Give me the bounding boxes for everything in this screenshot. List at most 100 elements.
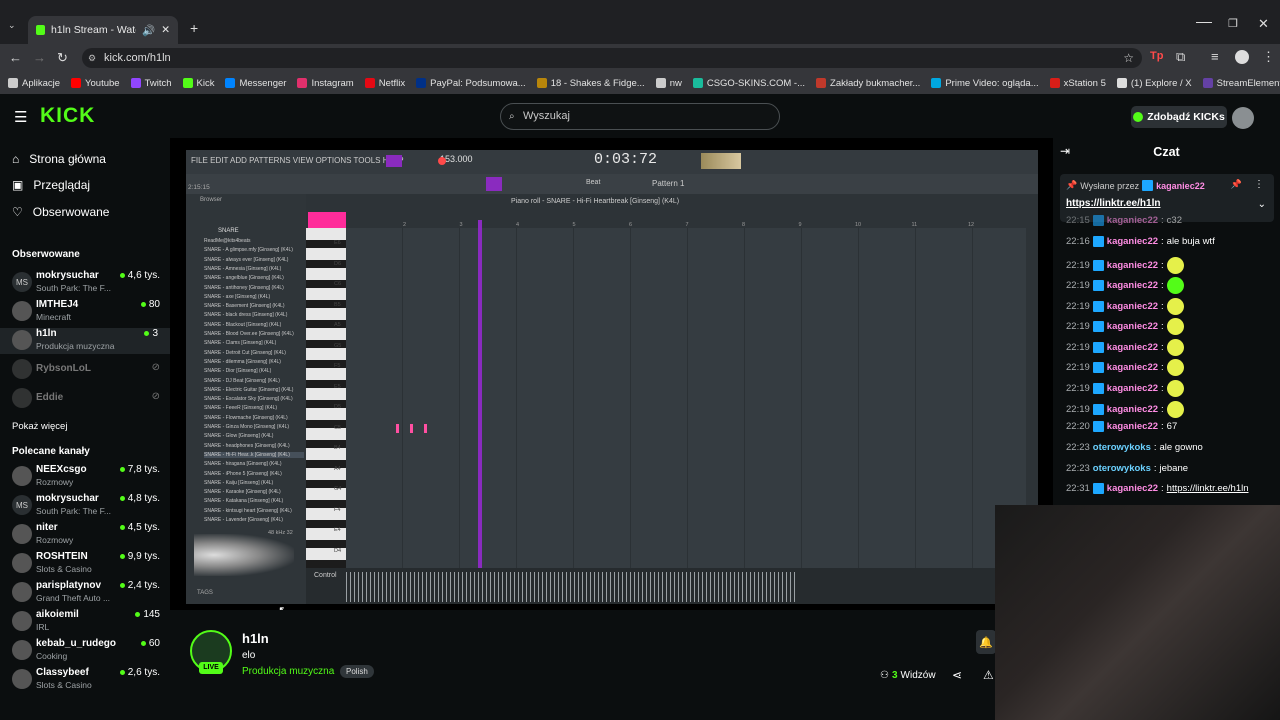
pinned-by-user[interactable]: kaganiec22 bbox=[1156, 181, 1205, 191]
bookmark-label: nw bbox=[669, 77, 682, 89]
nav-following[interactable]: ♡ Obserwowane bbox=[12, 205, 109, 219]
piano-key-label: G4 bbox=[334, 486, 342, 492]
sidebar-channel-neexcsgo[interactable]: NEEXcsgo Rozmowy 7,8 tys. bbox=[12, 464, 162, 490]
channel-viewers-count: 4,6 tys. bbox=[127, 270, 160, 281]
sidebar-channel-mokrysuchar[interactable]: MS mokrysuchar South Park: The F... 4,6 tys… bbox=[12, 270, 162, 296]
nav-browse[interactable]: ▣ Przeglądaj bbox=[12, 178, 90, 192]
bookmark-label: PayPal: Podsumowa... bbox=[430, 77, 526, 89]
piano-key-label: G5 bbox=[334, 342, 342, 349]
hamburger-menu-icon[interactable]: ☰ bbox=[14, 108, 27, 126]
bookmark-item[interactable]: Messenger bbox=[225, 78, 286, 89]
reload-icon[interactable]: ↻ bbox=[57, 50, 68, 66]
sidebar-channel-rybsonlol[interactable]: RybsonLoL ⊘ bbox=[12, 357, 162, 383]
chat-text: c32 bbox=[1166, 215, 1182, 226]
chat-username[interactable]: oterowykoks bbox=[1093, 442, 1151, 453]
media-icon[interactable]: ≡ bbox=[1211, 49, 1219, 64]
sidebar-channel-imthej4[interactable]: IMTHEJ4 Minecraft 80 bbox=[12, 299, 162, 325]
chat-username[interactable]: kaganiec22 bbox=[1107, 404, 1158, 415]
sidebar-channel-h1ln[interactable]: h1ln Produkcja muzyczna 3 bbox=[0, 328, 170, 354]
expand-pinned-icon[interactable]: ⌄ bbox=[1258, 199, 1266, 210]
bookmark-item[interactable]: PayPal: Podsumowa... bbox=[416, 78, 526, 89]
extension-tp-icon[interactable]: Tp bbox=[1150, 50, 1163, 62]
user-avatar[interactable] bbox=[1232, 107, 1254, 129]
browser-menu-icon[interactable]: ⋮ bbox=[1262, 49, 1275, 65]
channel-avatar bbox=[12, 524, 32, 544]
forward-icon[interactable]: → bbox=[33, 50, 46, 65]
kick-logo[interactable]: KICK bbox=[40, 104, 95, 128]
bookmark-item[interactable]: Zakłady bukmacher... bbox=[816, 78, 920, 89]
channel-viewers-count: 60 bbox=[148, 638, 160, 649]
bookmark-item[interactable]: Prime Video: ogląda... bbox=[931, 77, 1039, 89]
channel-viewers-count: 4,5 tys. bbox=[127, 522, 160, 533]
chat-username[interactable]: kaganiec22 bbox=[1107, 483, 1158, 494]
back-icon[interactable]: ← bbox=[9, 50, 22, 65]
channel-avatar bbox=[12, 301, 32, 321]
sidebar-channel-parisplatynov[interactable]: parisplatynov Grand Theft Auto ... 2,4 tys… bbox=[12, 580, 162, 606]
url-field[interactable]: ⚙ kick.com/h1ln ☆ bbox=[82, 48, 1142, 68]
chat-username[interactable]: kaganiec22 bbox=[1107, 215, 1158, 226]
channel-viewers: 80 bbox=[140, 299, 160, 310]
share-icon[interactable]: ⋖ bbox=[952, 668, 962, 682]
stream-info bbox=[170, 610, 1053, 720]
bookmark-favicon-icon bbox=[536, 78, 547, 88]
streamer-name[interactable]: h1ln bbox=[242, 631, 269, 646]
sidebar-channel-kebab_u_rudego[interactable]: kebab_u_rudego Cooking 60 bbox=[12, 638, 162, 664]
window-close-icon[interactable]: ✕ bbox=[1258, 16, 1269, 32]
notification-bell-icon[interactable]: 🔔 bbox=[976, 630, 996, 654]
get-kicks-button[interactable]: Zdobądź KICKs bbox=[1131, 106, 1227, 128]
bookmark-item[interactable]: xStation 5 bbox=[1049, 78, 1106, 89]
extensions-icon[interactable]: ⧉ bbox=[1176, 49, 1185, 65]
pinned-link[interactable]: https://linktr.ee/h1ln bbox=[1066, 198, 1160, 209]
bookmark-item[interactable]: Youtube bbox=[71, 78, 120, 89]
bookmark-item[interactable]: Kick bbox=[182, 78, 214, 89]
bookmark-item[interactable]: StreamElements - M... bbox=[1202, 78, 1280, 89]
chat-username[interactable]: kaganiec22 bbox=[1107, 260, 1158, 271]
sidebar-channel-niter[interactable]: niter Rozmowy 4,5 tys. bbox=[12, 522, 162, 548]
bookmark-star-icon[interactable]: ☆ bbox=[1123, 48, 1134, 68]
sidebar-channel-aikoiemil[interactable]: aikoiemil IRL 145 bbox=[12, 609, 162, 635]
bookmark-item[interactable]: Netflix bbox=[364, 78, 405, 89]
bookmark-item[interactable]: Instagram bbox=[297, 78, 354, 89]
restore-icon[interactable]: ❐ bbox=[1228, 17, 1238, 30]
url-text: kick.com/h1ln bbox=[104, 52, 171, 64]
tab-close-icon[interactable]: ✕ bbox=[161, 24, 170, 36]
bookmark-item[interactable]: 18 - Shakes & Fidge... bbox=[536, 78, 645, 89]
chat-username[interactable]: oterowykoks bbox=[1093, 463, 1151, 474]
browser-tab[interactable]: h1ln Stream - Watch Live o 🔊 ✕ bbox=[28, 16, 178, 44]
chat-username[interactable]: kaganiec22 bbox=[1107, 421, 1158, 432]
bookmark-item[interactable]: (1) Explore / X bbox=[1116, 78, 1192, 89]
chat-username[interactable]: kaganiec22 bbox=[1107, 321, 1158, 332]
site-info-icon[interactable]: ⚙ bbox=[88, 48, 96, 68]
chat-username[interactable]: kaganiec22 bbox=[1107, 280, 1158, 291]
nav-home[interactable]: ⌂ Strona główna bbox=[12, 152, 106, 166]
chat-username[interactable]: kaganiec22 bbox=[1107, 383, 1158, 394]
bookmark-favicon-icon bbox=[8, 78, 18, 88]
bookmark-item[interactable]: Twitch bbox=[130, 78, 172, 89]
sidebar-channel-roshtein[interactable]: ROSHTEIN Slots & Casino 9,9 tys. bbox=[12, 551, 162, 577]
chat-username[interactable]: kaganiec22 bbox=[1107, 236, 1158, 247]
bookmark-item[interactable]: nw bbox=[655, 77, 682, 89]
unpin-icon[interactable]: 📌 bbox=[1231, 179, 1242, 190]
language-tag[interactable]: Polish bbox=[340, 665, 374, 678]
chat-username[interactable]: kaganiec22 bbox=[1107, 362, 1158, 373]
yellow-emote-icon bbox=[1166, 257, 1184, 274]
sidebar-channel-classybeef[interactable]: Classybeef Slots & Casino 2,6 tys. bbox=[12, 667, 162, 693]
profile-avatar[interactable] bbox=[1235, 50, 1249, 64]
chat-username[interactable]: kaganiec22 bbox=[1107, 301, 1158, 312]
stream-category[interactable]: Produkcja muzyczna bbox=[242, 666, 334, 677]
bookmark-label: Prime Video: ogląda... bbox=[945, 77, 1039, 89]
sidebar-channel-mokrysuchar[interactable]: MS mokrysuchar South Park: The F... 4,8 tys… bbox=[12, 493, 162, 519]
new-tab-icon[interactable]: + bbox=[190, 20, 198, 36]
show-more-link[interactable]: Pokaż więcej bbox=[12, 421, 67, 432]
tab-list-icon[interactable]: ⌄ bbox=[8, 20, 16, 31]
pinned-menu-icon[interactable]: ⋮ bbox=[1254, 179, 1264, 190]
audio-icon[interactable]: 🔊 bbox=[142, 24, 155, 37]
minimize-icon[interactable] bbox=[1196, 22, 1212, 23]
chat-username[interactable]: kaganiec22 bbox=[1107, 342, 1158, 353]
viewers-number: 3 bbox=[891, 670, 898, 681]
sidebar-channel-eddie[interactable]: Eddie ⊘ bbox=[12, 386, 162, 412]
bookmark-item[interactable]: Aplikacje bbox=[8, 78, 60, 89]
report-icon[interactable]: ⚠ bbox=[983, 668, 994, 682]
bookmark-item[interactable]: CSGO-SKINS.COM -... bbox=[692, 78, 805, 89]
search-input[interactable]: ⌕ Wyszukaj bbox=[500, 103, 780, 130]
